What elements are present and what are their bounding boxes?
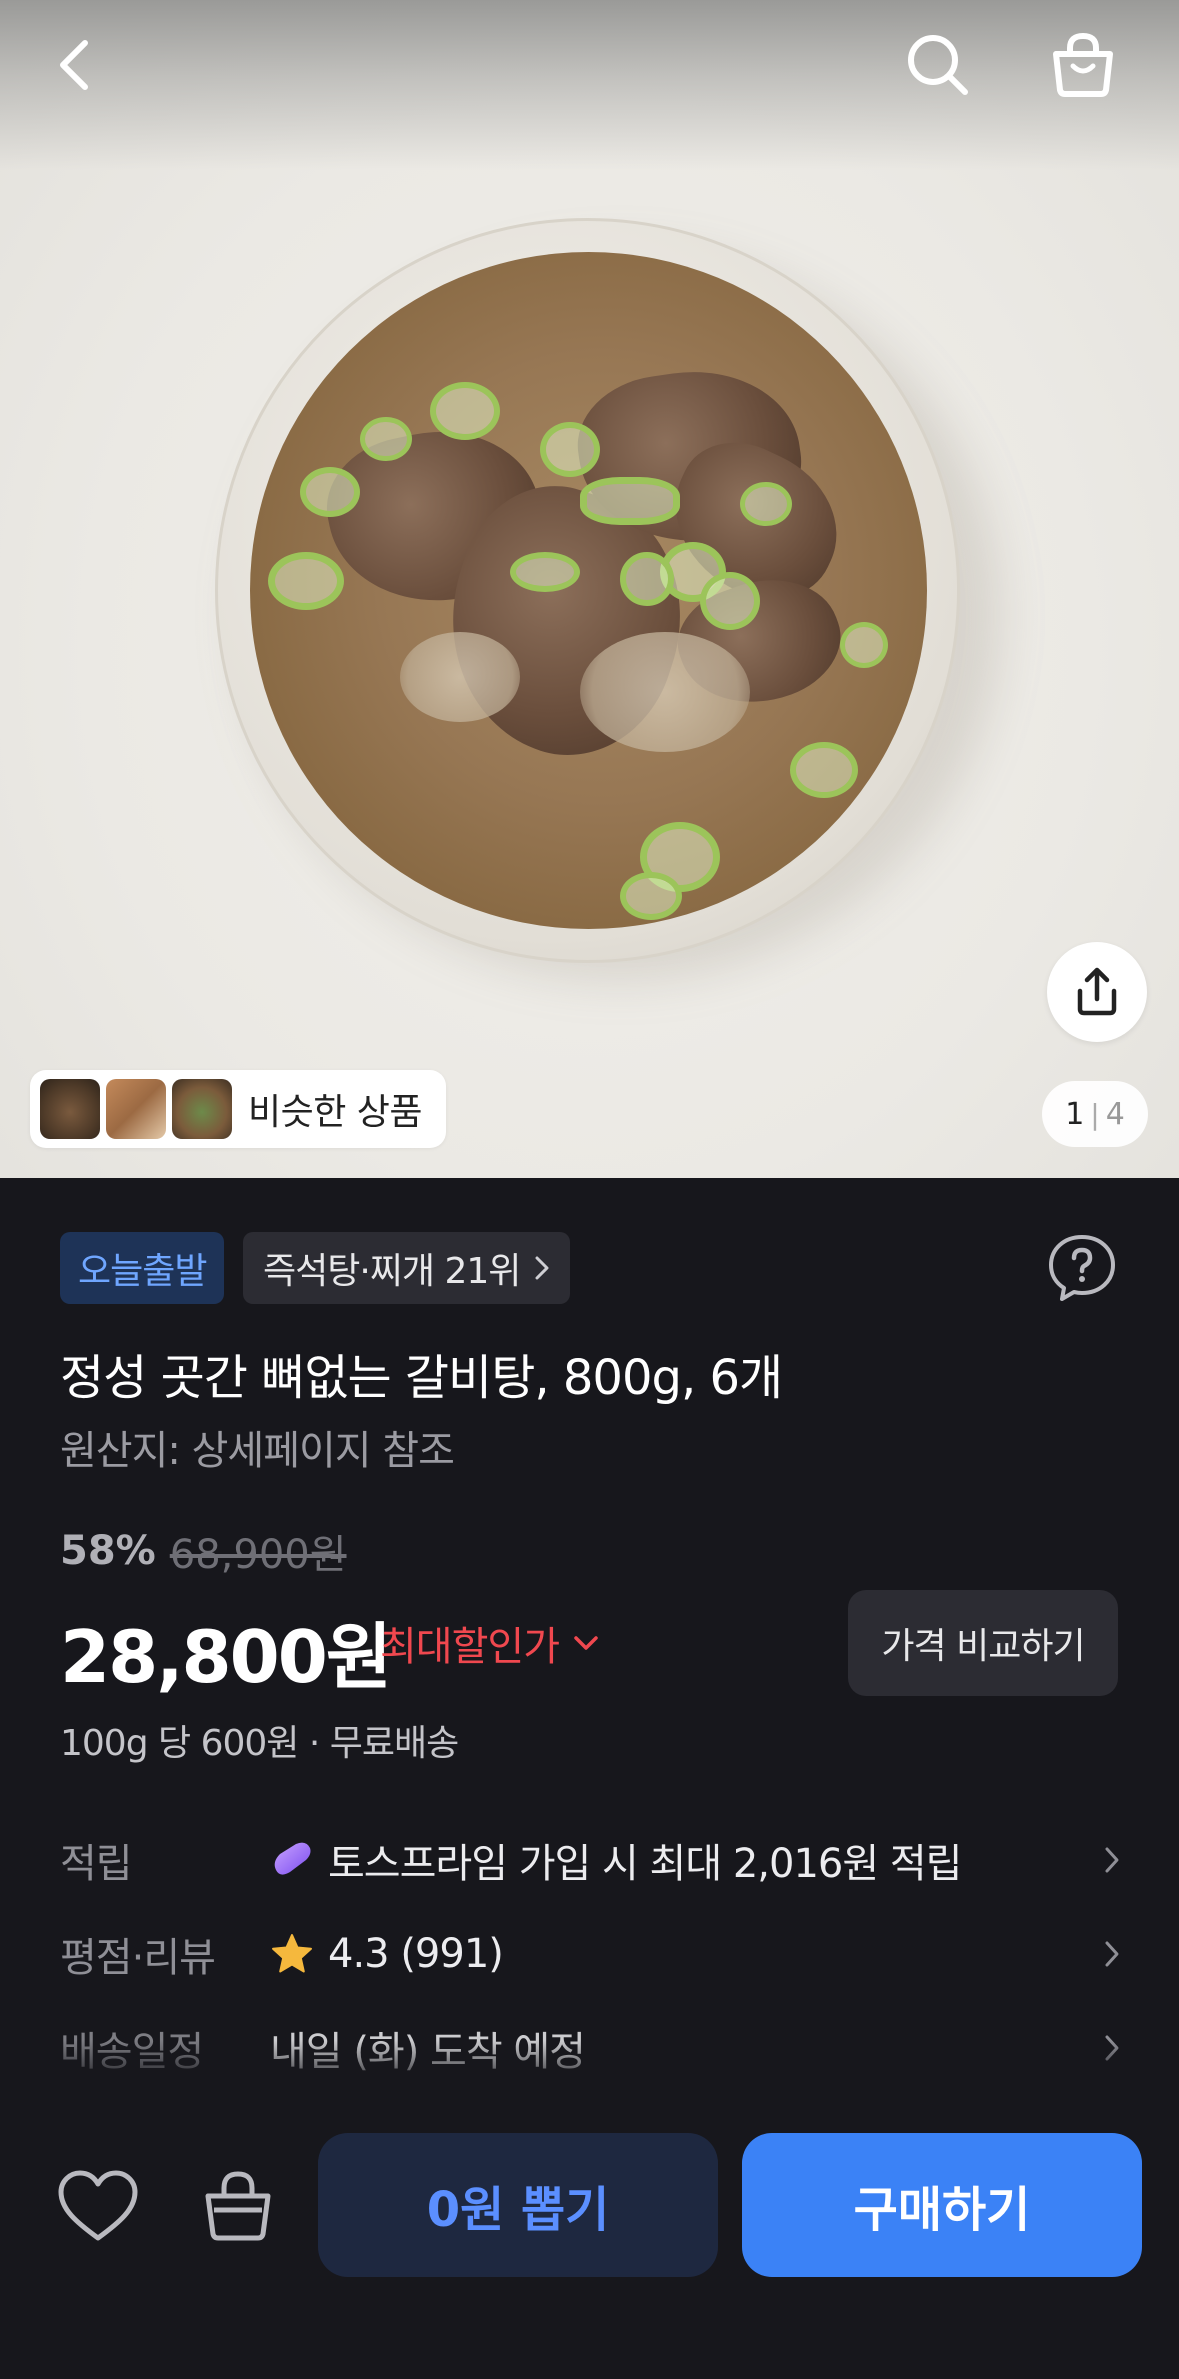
page-current: 1	[1065, 1096, 1085, 1132]
points-value: 토스프라임 가입 시 최대 2,016원 적립	[328, 1841, 962, 1887]
top-shade	[0, 0, 1179, 170]
star-icon	[272, 1934, 312, 1973]
today-shipping-badge: 오늘출발	[60, 1232, 225, 1304]
question-bubble-icon	[1049, 1235, 1115, 1301]
share-icon	[1077, 967, 1117, 1016]
max-discount-label: 최대할인가	[380, 1624, 560, 1670]
scallion	[268, 552, 344, 610]
scallion	[620, 552, 674, 606]
product-page: 1 | 4 비슷한 상품 오늘출발 즉석탕·찌개 21위 정성 곳간 뼈없는 갈…	[0, 0, 1179, 2379]
search-icon	[908, 35, 968, 95]
sale-price: 28,800원	[60, 1615, 392, 1699]
product-origin: 원산지: 상세페이지 참조	[60, 1428, 455, 1474]
scallion	[700, 572, 760, 630]
scallion	[510, 552, 580, 592]
zero-won-draw-button[interactable]: 0원 뽑기	[318, 2133, 718, 2277]
scallion	[740, 482, 792, 526]
product-title: 정성 곳간 뼈없는 갈비탕, 800g, 6개	[60, 1350, 783, 1406]
help-button[interactable]	[1046, 1232, 1118, 1304]
scallion	[620, 872, 682, 920]
image-page-indicator: 1 | 4	[1042, 1081, 1148, 1147]
fat-piece	[400, 632, 520, 722]
back-button[interactable]	[30, 20, 120, 110]
fat-piece	[580, 632, 750, 752]
page-total: 4	[1105, 1096, 1125, 1132]
points-key: 적립	[60, 1841, 133, 1887]
chevron-right-icon	[1105, 1941, 1119, 1967]
category-rank-label: 즉석탕·찌개 21위	[263, 1251, 521, 1292]
points-row[interactable]: 적립 토스프라임 가입 시 최대 2,016원 적립	[60, 1830, 1120, 1890]
rating-review-row[interactable]: 평점·리뷰 4.3 (991)	[60, 1924, 1120, 1984]
scallion	[580, 477, 680, 525]
search-button[interactable]	[893, 20, 983, 110]
price-compare-button[interactable]: 가격 비교하기	[848, 1590, 1118, 1696]
similar-products-label: 비슷한 상품	[248, 1092, 423, 1133]
original-price: 68,900원	[169, 1532, 347, 1578]
similar-thumbnail	[172, 1079, 232, 1139]
soup-broth	[250, 252, 927, 929]
chevron-down-icon	[574, 1636, 598, 1650]
similar-thumbnail	[40, 1079, 100, 1139]
shopping-bag-icon	[1053, 32, 1113, 97]
share-button[interactable]	[1047, 942, 1147, 1042]
chevron-right-icon	[1105, 1847, 1119, 1873]
scallion	[430, 382, 500, 440]
scallion	[300, 467, 360, 517]
buy-button[interactable]: 구매하기	[742, 2133, 1142, 2277]
rating-key: 평점·리뷰	[60, 1935, 216, 1981]
similar-products-button[interactable]: 비슷한 상품	[30, 1070, 446, 1148]
discount-row: 58% 68,900원	[60, 1522, 347, 1580]
max-discount-dropdown[interactable]: 최대할인가	[380, 1614, 599, 1672]
product-image[interactable]: 1 | 4 비슷한 상품	[0, 0, 1179, 1178]
unit-price-shipping: 100g 당 600원 · 무료배송	[60, 1723, 459, 1764]
scroll-fade	[0, 2040, 1179, 2090]
scallion	[790, 742, 858, 798]
scallion	[840, 622, 888, 668]
chevron-right-icon	[535, 1256, 549, 1280]
similar-thumbnail	[106, 1079, 166, 1139]
heart-icon	[58, 2170, 138, 2241]
scallion	[360, 417, 412, 461]
add-to-cart-button[interactable]	[192, 2160, 284, 2252]
discount-rate: 58%	[60, 1528, 156, 1574]
page-separator: |	[1090, 1097, 1100, 1131]
wishlist-button[interactable]	[52, 2160, 144, 2252]
scallion	[540, 422, 600, 477]
chevron-left-icon	[60, 40, 88, 90]
shopping-bag-icon	[205, 2171, 271, 2241]
toss-prime-icon	[274, 1842, 311, 1875]
category-rank-badge[interactable]: 즉석탕·찌개 21위	[243, 1232, 571, 1304]
shopping-bag-button[interactable]	[1038, 20, 1128, 110]
rating-value: 4.3 (991)	[328, 1931, 504, 1977]
